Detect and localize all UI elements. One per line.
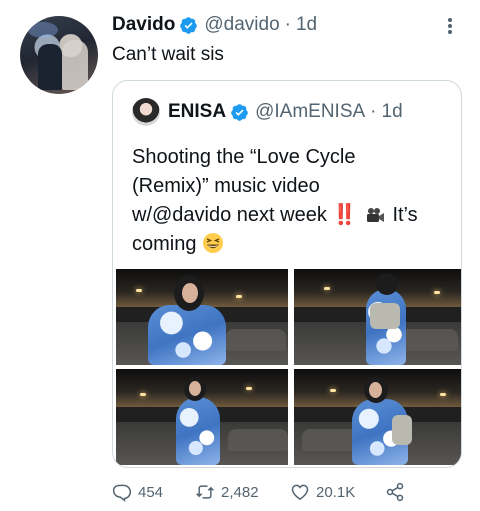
movie-camera-emoji — [366, 208, 384, 222]
photo-subject — [176, 397, 220, 465]
retweet-count: 2,482 — [221, 483, 259, 501]
photo-subject-face — [189, 381, 201, 396]
reply-button[interactable]: 454 — [112, 482, 195, 502]
tweet-actions: 454 2,482 20.1K — [112, 478, 405, 506]
verified-badge-icon — [180, 16, 198, 34]
quoted-text-line: (Remix)” music video — [132, 175, 320, 197]
quoted-author-avatar[interactable] — [132, 98, 160, 126]
reply-icon — [112, 484, 132, 502]
quoted-tweet-timestamp[interactable]: 1d — [382, 101, 403, 123]
photo-subject-face — [369, 382, 382, 398]
media-photo[interactable] — [116, 369, 288, 465]
media-photo[interactable] — [294, 269, 461, 365]
quoted-author-handle[interactable]: @IAmENISA — [255, 101, 365, 123]
tweet[interactable]: Davido @davido · 1d Can’t wait sis ENISA… — [0, 0, 480, 511]
photo-subject-head — [376, 273, 398, 295]
photo-light — [246, 387, 252, 390]
quoted-text-line: coming — [132, 233, 197, 255]
photo-car — [228, 429, 288, 451]
share-button[interactable] — [385, 482, 405, 502]
avatar-figure — [62, 40, 88, 90]
quoted-text-line: It’s — [392, 204, 418, 226]
header-separator: · — [370, 101, 377, 122]
double-exclamation-emoji: ‼️ — [332, 204, 358, 226]
photo-subject — [148, 305, 226, 365]
photo-light — [434, 291, 440, 294]
quoted-text-line: w/@davido next week — [132, 204, 327, 226]
tweet-header: Davido @davido · 1d — [112, 13, 317, 37]
avatar-light — [28, 22, 58, 38]
photo-light — [140, 393, 146, 396]
quoted-tweet-text: Shooting the “Love Cycle (Remix)” music … — [132, 143, 452, 259]
quoted-tweet-header: ENISA @IAmENISA · 1d — [168, 100, 403, 124]
photo-subject-backpack — [370, 303, 400, 329]
photo-light — [236, 295, 242, 298]
photo-car — [398, 329, 458, 351]
tweet-text: Can’t wait sis — [112, 44, 224, 65]
quoted-tweet[interactable]: ENISA @IAmENISA · 1d Shooting the “Love … — [112, 80, 462, 468]
author-handle[interactable]: @davido — [204, 14, 279, 36]
photo-subject-backpack — [392, 415, 412, 445]
photo-light — [136, 289, 142, 292]
author-avatar[interactable] — [20, 16, 98, 94]
like-button[interactable]: 20.1K — [290, 482, 385, 502]
reply-count: 454 — [138, 483, 164, 501]
media-photo[interactable] — [294, 369, 461, 465]
header-separator: · — [284, 14, 291, 35]
quoted-text-line: Shooting the “Love Cycle — [132, 146, 356, 168]
retweet-icon — [196, 485, 214, 499]
photo-car — [226, 329, 286, 351]
media-grid — [113, 269, 461, 467]
heart-icon — [291, 484, 309, 500]
avatar-figure — [38, 44, 62, 90]
tweet-timestamp[interactable]: 1d — [296, 14, 317, 36]
share-icon — [386, 482, 404, 502]
author-name[interactable]: Davido — [112, 14, 175, 36]
photo-light — [440, 393, 446, 396]
photo-subject-face — [182, 283, 198, 303]
verified-badge-icon — [231, 103, 248, 121]
more-options-icon[interactable] — [441, 14, 459, 38]
like-count: 20.1K — [316, 483, 356, 501]
photo-light — [330, 389, 336, 392]
retweet-button[interactable]: 2,482 — [195, 482, 290, 502]
grinning-squinting-face-emoji — [203, 233, 224, 253]
media-photo[interactable] — [116, 269, 288, 365]
quoted-author-name[interactable]: ENISA — [168, 101, 226, 123]
photo-light — [324, 287, 330, 290]
